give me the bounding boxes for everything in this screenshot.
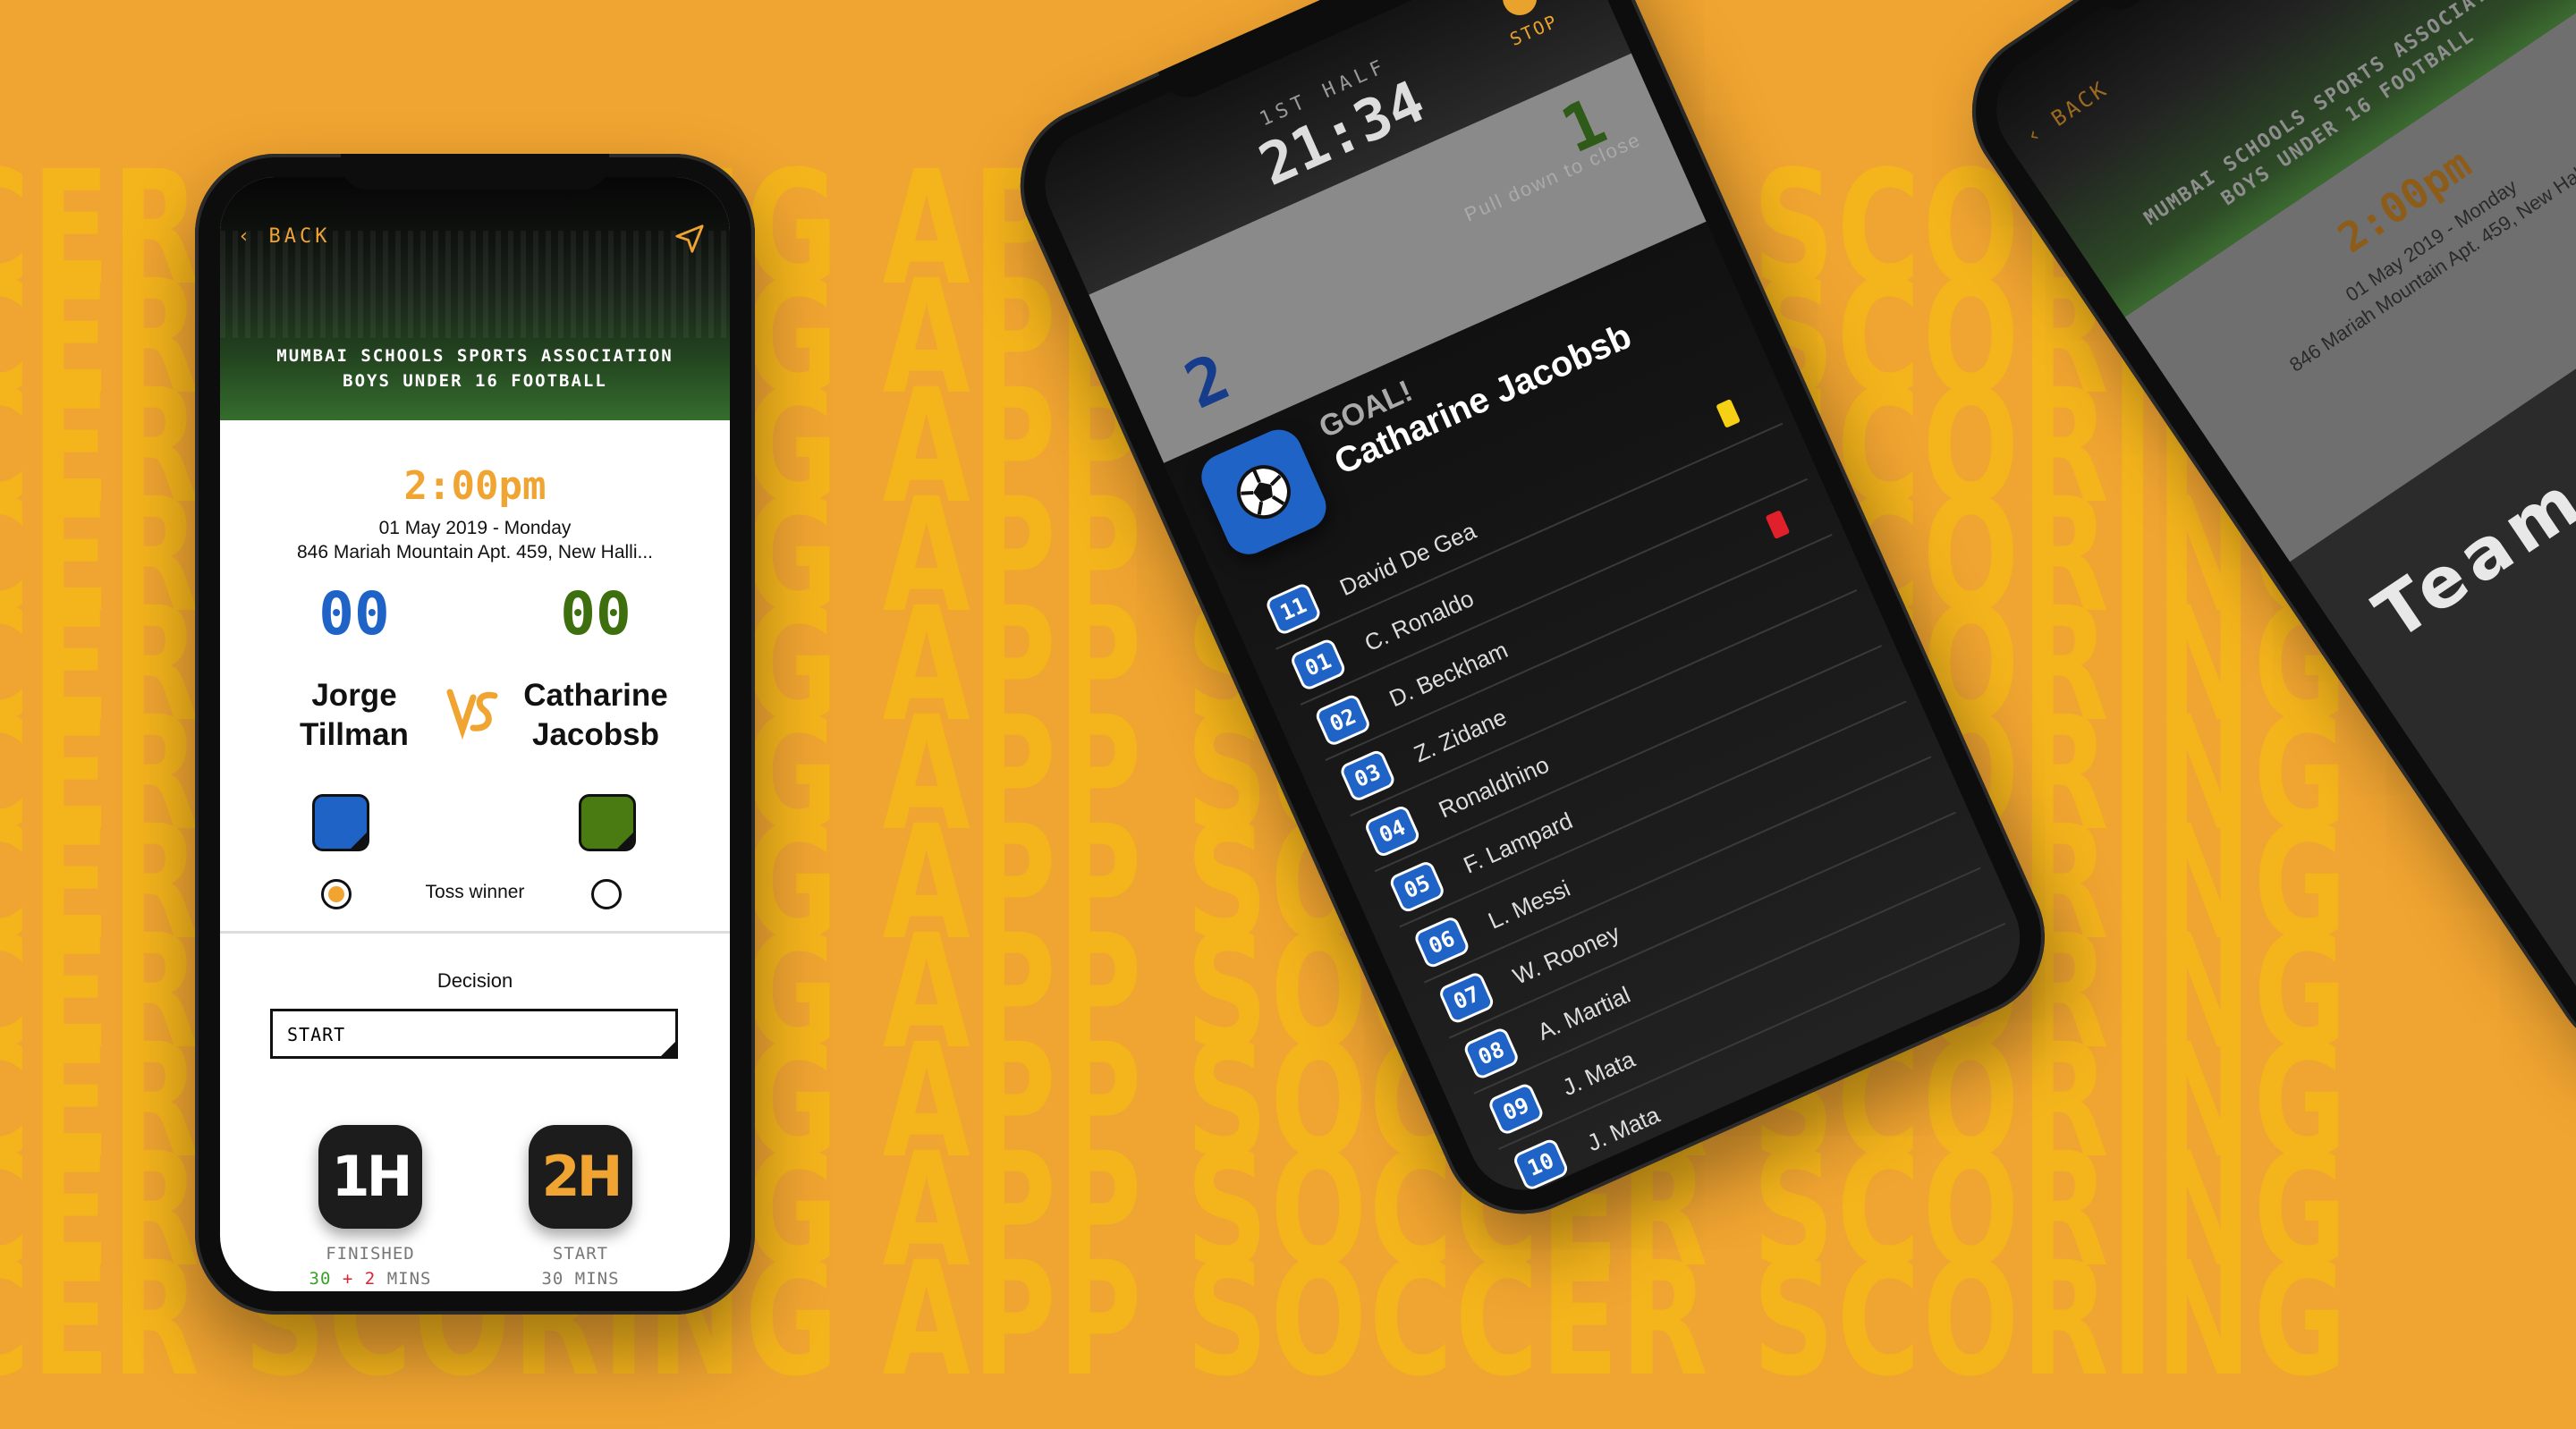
second-half-button[interactable]: 2H: [529, 1125, 632, 1229]
match-date: 01 May 2019 - Monday: [378, 518, 572, 538]
away-toss-radio[interactable]: [591, 879, 622, 909]
vs-icon: [446, 689, 498, 740]
away-team-name: Catharine Jacobsb: [506, 676, 685, 755]
decision-select[interactable]: START: [270, 1009, 678, 1059]
league-title-line1: MUMBAI SCHOOLS SPORTS ASSOCIATION: [276, 346, 674, 366]
player-number-badge: 04: [1362, 803, 1422, 859]
decision-label: Decision: [436, 969, 513, 992]
player-number-badge: 08: [1462, 1026, 1521, 1081]
yellow-card-icon: [1716, 398, 1741, 428]
home-team-name: Jorge Tillman: [265, 676, 444, 755]
decision-value: START: [287, 1024, 346, 1045]
divider: [220, 931, 730, 934]
second-half-duration: 30 MINS: [541, 1269, 620, 1289]
stadium-header: ‹ BACK MUMBAI SCHOOLS SPORTS ASSOCIATION…: [220, 177, 730, 420]
player-number-badge: 03: [1338, 748, 1397, 804]
player-name: J. Mata: [1582, 1101, 1664, 1157]
back-button[interactable]: ‹ BACK: [238, 225, 330, 248]
league-title: MUMBAI SCHOOLS SPORTS ASSOCIATION BOYS U…: [220, 343, 730, 393]
home-color-swatch[interactable]: [312, 794, 369, 851]
match-address: 846 Mariah Mountain Apt. 459, New Halli.…: [296, 542, 654, 562]
second-half-status: START 30 MINS: [509, 1241, 652, 1291]
match-setup-screen: ‹ BACK MUMBAI SCHOOLS SPORTS ASSOCIATION…: [220, 177, 730, 1291]
away-color-swatch[interactable]: [579, 794, 636, 851]
red-card-icon: [1765, 510, 1791, 540]
home-score: 00: [318, 579, 390, 648]
player-number-badge: 05: [1387, 858, 1446, 915]
player-number-badge: 07: [1436, 970, 1496, 1026]
player-number-badge: 10: [1511, 1137, 1571, 1192]
home-team-first: Jorge: [311, 678, 397, 713]
player-number-badge: 02: [1313, 692, 1372, 748]
player-number-badge: 01: [1288, 637, 1348, 692]
player-number-badge: 09: [1487, 1081, 1546, 1137]
back-label: BACK: [268, 225, 331, 248]
home-team-last: Tillman: [300, 717, 409, 752]
match-time: 2:00pm: [403, 463, 547, 509]
player-number-badge: 06: [1412, 915, 1471, 970]
phone-notch: [341, 154, 609, 190]
away-team-last: Jacobsb: [532, 717, 659, 752]
away-score: 00: [560, 579, 631, 648]
away-team-first: Catharine: [523, 678, 668, 713]
player-number-badge: 11: [1264, 581, 1323, 637]
send-icon[interactable]: [674, 224, 705, 254]
second-half-status-text: START: [552, 1244, 609, 1264]
first-half-button[interactable]: 1H: [318, 1125, 422, 1229]
first-half-status: FINISHED 30 + 2 MINS: [299, 1241, 442, 1291]
first-half-duration: 30 + 2 MINS: [309, 1269, 432, 1289]
first-half-status-text: FINISHED: [326, 1244, 415, 1264]
toss-winner-label: Toss winner: [425, 882, 525, 902]
phone-match-setup: ‹ BACK MUMBAI SCHOOLS SPORTS ASSOCIATION…: [195, 154, 755, 1315]
league-title-line2: BOYS UNDER 16 FOOTBALL: [343, 371, 607, 391]
